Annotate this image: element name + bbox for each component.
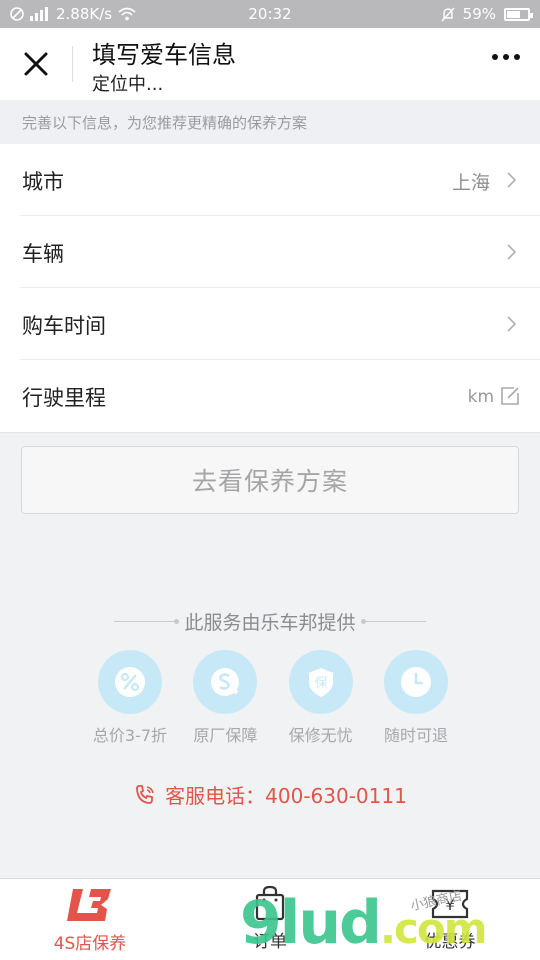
car-info-form: 城市 上海 车辆 购车时间 行驶里程 km [0,144,540,432]
tab-orders[interactable]: 订单 [210,885,330,952]
mileage-row[interactable]: 行驶里程 km [20,360,540,432]
service-provider: 此服务由乐车邦提供 [0,608,540,635]
purchase-time-label: 购车时间 [22,314,106,338]
city-value: 上海 [451,172,490,194]
battery-percent: 59% [462,5,496,23]
header-divider [72,46,73,82]
more-menu-button[interactable] [492,54,520,60]
battery-fill [507,10,520,18]
view-plan-button[interactable]: 去看保养方案 [21,446,519,514]
feature-refund: 随时可退 [374,650,458,746]
city-row[interactable]: 城市 上海 [20,144,540,216]
page-subtitle: 定位中... [92,74,164,95]
more-dot-icon [514,54,520,60]
phone-icon [136,784,154,804]
percent-icon [98,650,162,714]
close-button[interactable] [14,44,58,84]
page-title: 填写爱车信息 [92,41,236,69]
feature-list: 总价3-7折 原厂保障 保 保修无忧 随时可退 [88,650,458,746]
shield-icon: 保 [308,668,333,697]
feature-warranty: 保 保修无忧 [279,650,363,746]
mileage-unit: km [467,387,494,407]
vehicle-label: 车辆 [22,242,64,266]
status-bar: 2.88K/s 20:32 59% [0,0,540,28]
phone-text: 客服电话：400-630-0111 [165,784,407,808]
provider-line-left [114,619,180,624]
provider-text: 此服务由乐车邦提供 [184,612,356,634]
mileage-label: 行驶里程 [22,386,106,410]
provider-line-right [360,619,426,624]
more-dot-icon [503,54,509,60]
more-dot-icon [492,54,498,60]
svg-text:保: 保 [314,676,327,691]
vehicle-row[interactable]: 车辆 [20,216,540,288]
clock-icon [400,667,431,697]
feature-label: 总价3-7折 [92,726,168,745]
percent-icon [115,667,145,697]
clock-icon [383,650,448,714]
chevron-right-icon [507,172,517,188]
feature-discount: 总价3-7折 [88,650,172,746]
s-chat-icon [211,668,240,696]
info-hint: 完善以下信息，为您推荐更精确的保养方案 [0,100,540,144]
tab-4s-maintenance[interactable]: 4S店保养 [30,885,150,954]
chevron-right-icon [507,316,517,332]
s-chat-icon [193,650,258,714]
lcb-logo-icon [67,889,111,921]
feature-label: 保修无忧 [288,726,353,745]
purchase-time-row[interactable]: 购车时间 [20,288,540,360]
form-divider [0,432,540,433]
battery-icon [504,7,533,21]
edit-icon[interactable] [500,386,520,406]
tab-label: 4S店保养 [53,934,127,954]
close-icon [24,52,48,76]
feature-label: 原厂保障 [193,726,258,745]
status-right: 59% [441,5,533,23]
shield-icon: 保 [288,650,353,714]
mute-bell-icon [441,7,455,21]
feature-original: 原厂保障 [183,650,267,746]
city-label: 城市 [22,170,64,194]
app-header: 填写爱车信息 定位中... [0,28,540,100]
customer-service-phone[interactable]: 客服电话：400-630-0111 [0,780,540,809]
chevron-right-icon [507,244,517,260]
tab-label: 优惠券 [424,932,476,952]
feature-label: 随时可退 [383,726,448,745]
tab-label: 订单 [253,932,287,952]
bag-icon [255,885,285,921]
